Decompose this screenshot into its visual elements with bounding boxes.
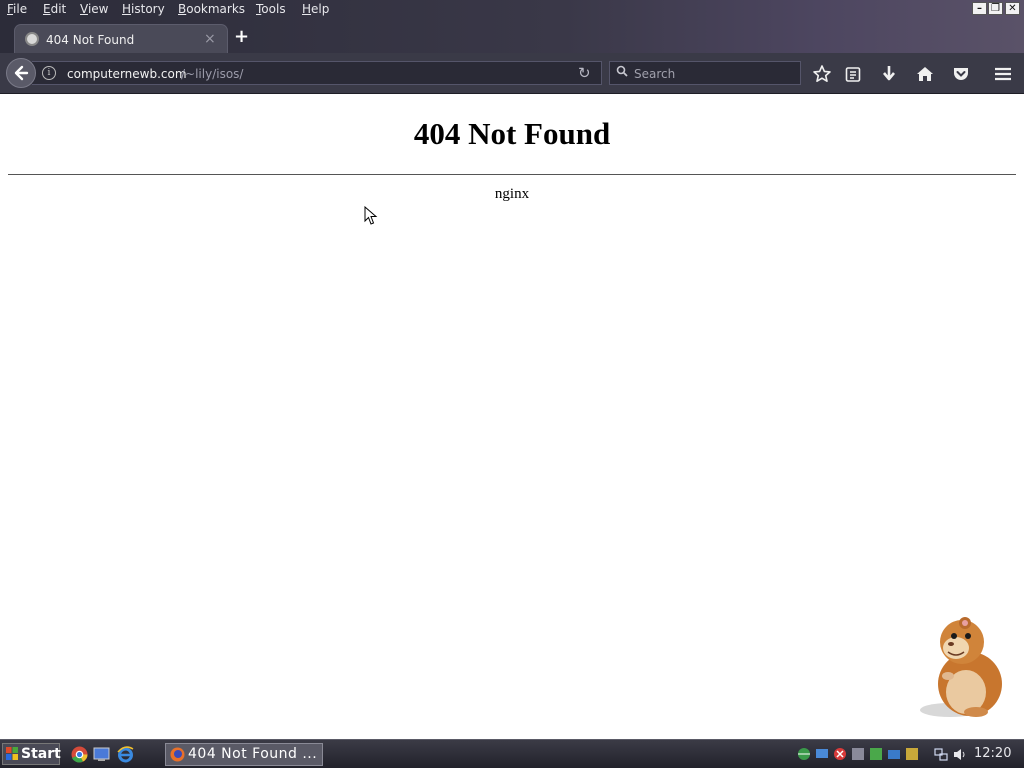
tab-active[interactable]: 404 Not Found × [14, 24, 228, 53]
network-icon[interactable] [934, 748, 948, 761]
close-window-button[interactable]: ✕ [1005, 2, 1020, 15]
internet-explorer-icon[interactable] [117, 746, 134, 763]
show-desktop-icon[interactable] [93, 746, 110, 763]
tab-strip: 404 Not Found × + [0, 22, 1024, 53]
menu-file[interactable]: File [7, 2, 27, 16]
tray-app-icon[interactable] [905, 747, 919, 761]
url-host[interactable]: computernewb.com [67, 67, 187, 81]
tray-monitor-icon[interactable] [815, 747, 829, 761]
server-name: nginx [494, 186, 530, 202]
page-heading: 404 Not Found [413, 116, 611, 151]
tray-display-icon[interactable] [887, 747, 901, 761]
home-icon[interactable] [915, 64, 935, 84]
tray-security-icon[interactable] [833, 747, 847, 761]
tab-close-icon[interactable]: × [204, 31, 216, 47]
bookmark-star-icon[interactable] [812, 64, 832, 84]
chrome-icon[interactable] [71, 746, 88, 763]
menu-view[interactable]: View [80, 2, 108, 16]
tray-tools-icon[interactable] [851, 747, 865, 761]
page-content: 404 Not Found nginx [0, 94, 1024, 739]
menu-bookmarks[interactable]: Bookmarks [178, 2, 245, 16]
menu-edit[interactable]: Edit [43, 2, 66, 16]
search-input[interactable] [634, 66, 794, 81]
taskbar-firefox-button[interactable]: 404 Not Found ... [165, 743, 323, 766]
hamster-mascot-icon [920, 617, 1002, 717]
url-path[interactable]: /~lily/isos/ [181, 67, 243, 81]
back-button[interactable] [6, 58, 36, 88]
volume-icon[interactable] [953, 748, 967, 761]
firefox-icon [170, 747, 185, 762]
tray-network-globe-icon[interactable] [797, 747, 811, 761]
start-button[interactable]: Start [2, 743, 61, 765]
browser-chrome: File Edit View History Bookmarks Tools H… [0, 0, 1024, 94]
tab-favicon-icon [25, 32, 39, 46]
page-divider [8, 174, 1016, 175]
downloads-icon[interactable] [879, 64, 899, 84]
tab-title: 404 Not Found [46, 33, 135, 47]
start-label: Start [21, 746, 61, 762]
search-bar[interactable] [609, 61, 801, 85]
taskbar: Start 404 Not Found ... 12:20 [0, 739, 1024, 768]
search-icon [616, 65, 628, 77]
navigation-bar: i computernewb.com /~lily/isos/ ↻ [0, 53, 1024, 94]
mouse-cursor-icon [364, 206, 378, 225]
menu-tools[interactable]: Tools [256, 2, 286, 16]
windows-flag-icon [6, 747, 18, 760]
menu-history[interactable]: History [122, 2, 165, 16]
system-clock: 12:20 [974, 746, 1012, 761]
pocket-icon[interactable] [951, 64, 971, 84]
reload-icon[interactable]: ↻ [578, 64, 591, 82]
back-arrow-icon [14, 65, 29, 81]
menu-help[interactable]: Help [302, 2, 329, 16]
minimize-button[interactable]: – [972, 2, 987, 15]
reading-list-icon[interactable] [843, 64, 863, 84]
system-tray [795, 745, 925, 765]
taskbar-firefox-label: 404 Not Found ... [188, 746, 318, 762]
restore-button[interactable]: ❐ [988, 2, 1003, 15]
menu-hamburger-icon[interactable] [993, 64, 1013, 84]
url-bar[interactable]: i computernewb.com /~lily/isos/ ↻ [32, 61, 602, 85]
site-info-icon[interactable]: i [42, 66, 56, 80]
tray-update-icon[interactable] [869, 747, 883, 761]
menu-bar: File Edit View History Bookmarks Tools H… [0, 0, 1024, 20]
new-tab-button[interactable]: + [234, 27, 249, 47]
